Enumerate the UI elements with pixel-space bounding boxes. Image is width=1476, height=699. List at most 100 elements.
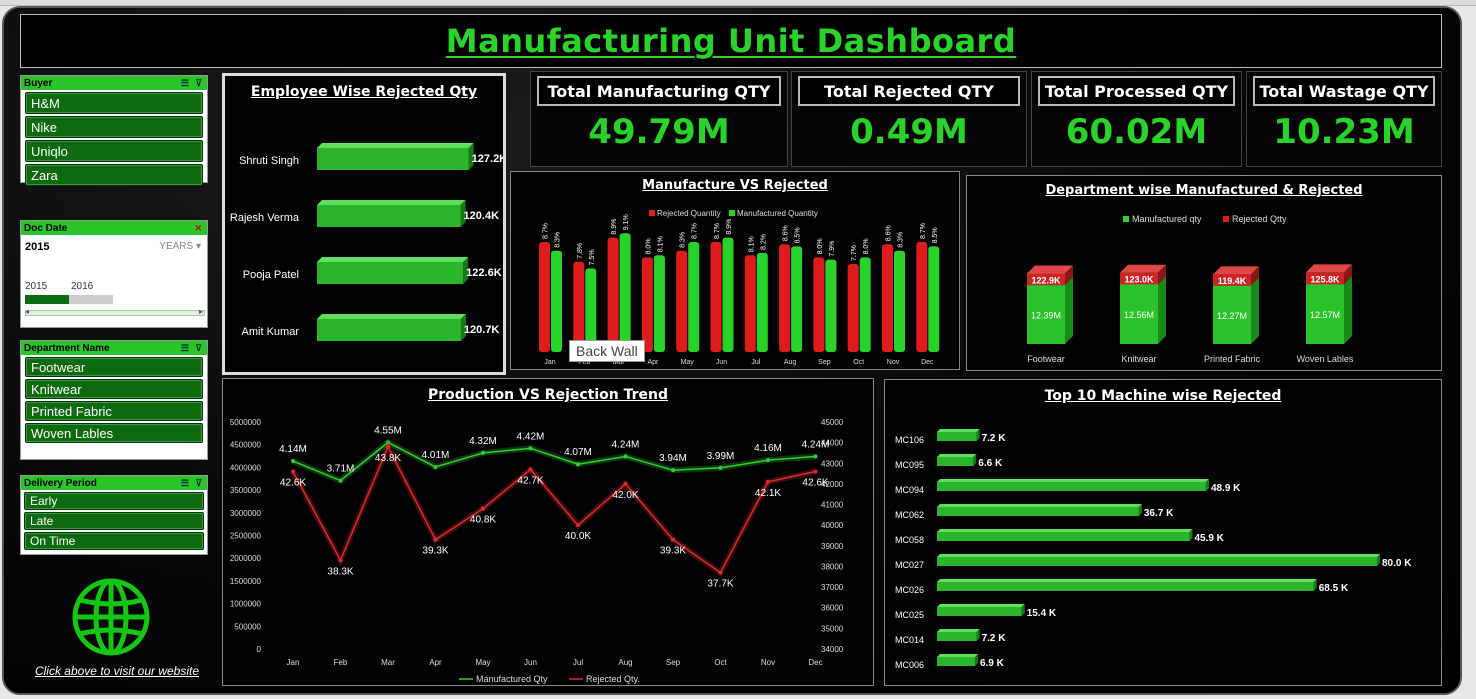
manufactured-bar <box>825 259 837 352</box>
slicer-item-on-time[interactable]: On Time <box>24 532 204 550</box>
month-label: Jun <box>524 658 537 667</box>
series-data-label: 37.7K <box>707 579 733 590</box>
manufactured-data-label: 12.39M <box>1031 311 1061 321</box>
series-point <box>671 468 675 473</box>
bar-data-label: 8.9% <box>726 219 733 235</box>
legend-swatch <box>649 210 655 216</box>
manufactured-line <box>292 441 816 482</box>
slicer-item-printed-fabric[interactable]: Printed Fabric <box>25 401 203 421</box>
department-slicer: Department Name ☰ ⊽ Footwear Knitwear Pri… <box>20 340 208 460</box>
department-label: Printed Fabric <box>1204 354 1261 364</box>
slicer-item-knitwear[interactable]: Knitwear <box>25 379 203 399</box>
series-point <box>338 478 343 483</box>
rejected-bar <box>676 250 688 352</box>
rejected-bar <box>813 257 825 352</box>
timeline-bar-2016[interactable] <box>69 295 113 304</box>
production-trend-panel: Production VS Rejection Trend 5000000 450… <box>222 378 874 686</box>
timeline-granularity[interactable]: YEARS ▾ <box>159 241 201 252</box>
employee-bar-chart: Shruti Singh 127.2K Rajesh Verma 120.4K Pooj… <box>230 143 503 341</box>
delivery-slicer-title: Delivery Period <box>24 477 97 489</box>
bar-data-label: 8.3% <box>898 232 905 248</box>
slicer-item-uniqlo[interactable]: Uniqlo <box>25 140 203 162</box>
machine-label: MC006 <box>895 660 924 670</box>
series-point <box>433 464 438 469</box>
left-axis-tick: 3500000 <box>230 486 262 495</box>
kpi-label: Total Rejected QTY <box>798 76 1020 106</box>
bar-data-label: 8.1% <box>748 236 755 252</box>
rejected-data-label: 119.4K <box>1218 276 1247 286</box>
kpi-value: 49.79M <box>588 112 730 152</box>
clear-filter-icon[interactable]: ✕ <box>194 223 207 234</box>
series-data-label: 42.6K <box>280 478 306 489</box>
scroll-right-icon[interactable]: ▸ <box>199 307 203 316</box>
timeline-selected: 2015 <box>25 241 50 253</box>
website-link[interactable]: Click above to visit our website <box>35 664 199 678</box>
right-axis-tick: 34000 <box>821 645 844 654</box>
scroll-left-icon[interactable]: ◂ <box>25 307 29 316</box>
department-label: Knitwear <box>1121 354 1156 364</box>
manufactured-bar <box>894 250 905 352</box>
right-axis-tick: 37000 <box>821 583 844 592</box>
bar-data-label: 8.2% <box>760 234 767 250</box>
right-axis-tick: 41000 <box>821 501 844 510</box>
bar-data-label: 8.9% <box>611 219 618 235</box>
machine-data-label: 7.2 K <box>982 433 1007 444</box>
bar-data-label: 7.5% <box>589 249 596 265</box>
multi-select-icon[interactable]: ☰ ⊽ <box>181 78 207 89</box>
slicer-item-nike[interactable]: Nike <box>25 116 203 138</box>
bar-data-label: 7.7% <box>851 245 858 261</box>
slicer-item-late[interactable]: Late <box>24 512 204 530</box>
timeline-bar-2015[interactable] <box>25 295 69 304</box>
series-point <box>386 444 390 449</box>
month-label: Jul <box>751 359 760 366</box>
series-data-label: 4.14M <box>279 444 307 455</box>
month-label: Mar <box>381 658 395 667</box>
legend-label: Rejected Qty. <box>586 674 640 684</box>
mvr-chart-title: Manufacture VS Rejected <box>642 178 828 193</box>
legend-swatch <box>1123 216 1129 222</box>
slicer-item-early[interactable]: Early <box>24 492 204 510</box>
series-data-label: 38.3K <box>327 566 353 577</box>
bar-data-label: 8.6% <box>783 225 790 241</box>
right-axis-tick: 38000 <box>821 562 844 571</box>
slicer-item-woven-lables[interactable]: Woven Lables <box>25 423 203 443</box>
series-point <box>528 446 533 451</box>
multi-select-icon[interactable]: ☰ ⊽ <box>181 478 207 489</box>
dashboard-title-bar: Manufacturing Unit Dashboard <box>20 14 1442 68</box>
doc-date-title: Doc Date <box>24 222 68 234</box>
left-axis-tick: 2000000 <box>230 554 262 563</box>
series-point <box>528 467 533 472</box>
series-data-label: 3.94M <box>659 453 687 464</box>
machine-data-label: 36.7 K <box>1144 508 1174 519</box>
machine-bar <box>937 629 980 641</box>
series-point <box>623 481 628 486</box>
multi-select-icon[interactable]: ☰ ⊽ <box>181 343 207 354</box>
timeline-year-2015: 2015 <box>25 281 48 292</box>
series-point <box>813 454 818 459</box>
rejected-bar <box>916 242 928 352</box>
machine-label: MC106 <box>895 435 924 445</box>
department-label: Footwear <box>1027 354 1065 364</box>
timeline-year-2016: 2016 <box>71 281 94 292</box>
slicer-item-zara[interactable]: Zara <box>25 164 203 186</box>
machine-label: MC026 <box>895 585 924 595</box>
machine-bar <box>937 479 1209 491</box>
employee-data-label: 127.2K <box>472 153 503 165</box>
department-stacked-chart: Manufactured qty Rejected Qtty 12.39M 122.9… <box>1027 214 1354 364</box>
slicer-item-footwear[interactable]: Footwear <box>25 357 203 377</box>
month-label: May <box>681 359 695 366</box>
series-glow <box>291 438 816 485</box>
kpi-label: Total Wastage QTY <box>1253 76 1435 106</box>
rejected-bar <box>607 237 619 352</box>
month-label: Jan <box>544 359 555 366</box>
series-data-label: 4.16M <box>754 443 782 454</box>
rejected-data-label: 125.8K <box>1310 274 1340 284</box>
bar-data-label: 8.5% <box>795 227 802 243</box>
slicer-item-hm[interactable]: H&M <box>25 92 203 114</box>
month-label: Jun <box>716 359 727 366</box>
employee-bar <box>317 200 466 227</box>
globe-icon[interactable] <box>70 576 152 658</box>
manufactured-data-label: 12.57M <box>1310 310 1340 320</box>
timeline-scrollbar[interactable] <box>25 310 205 316</box>
left-axis-tick: 1000000 <box>230 600 262 609</box>
